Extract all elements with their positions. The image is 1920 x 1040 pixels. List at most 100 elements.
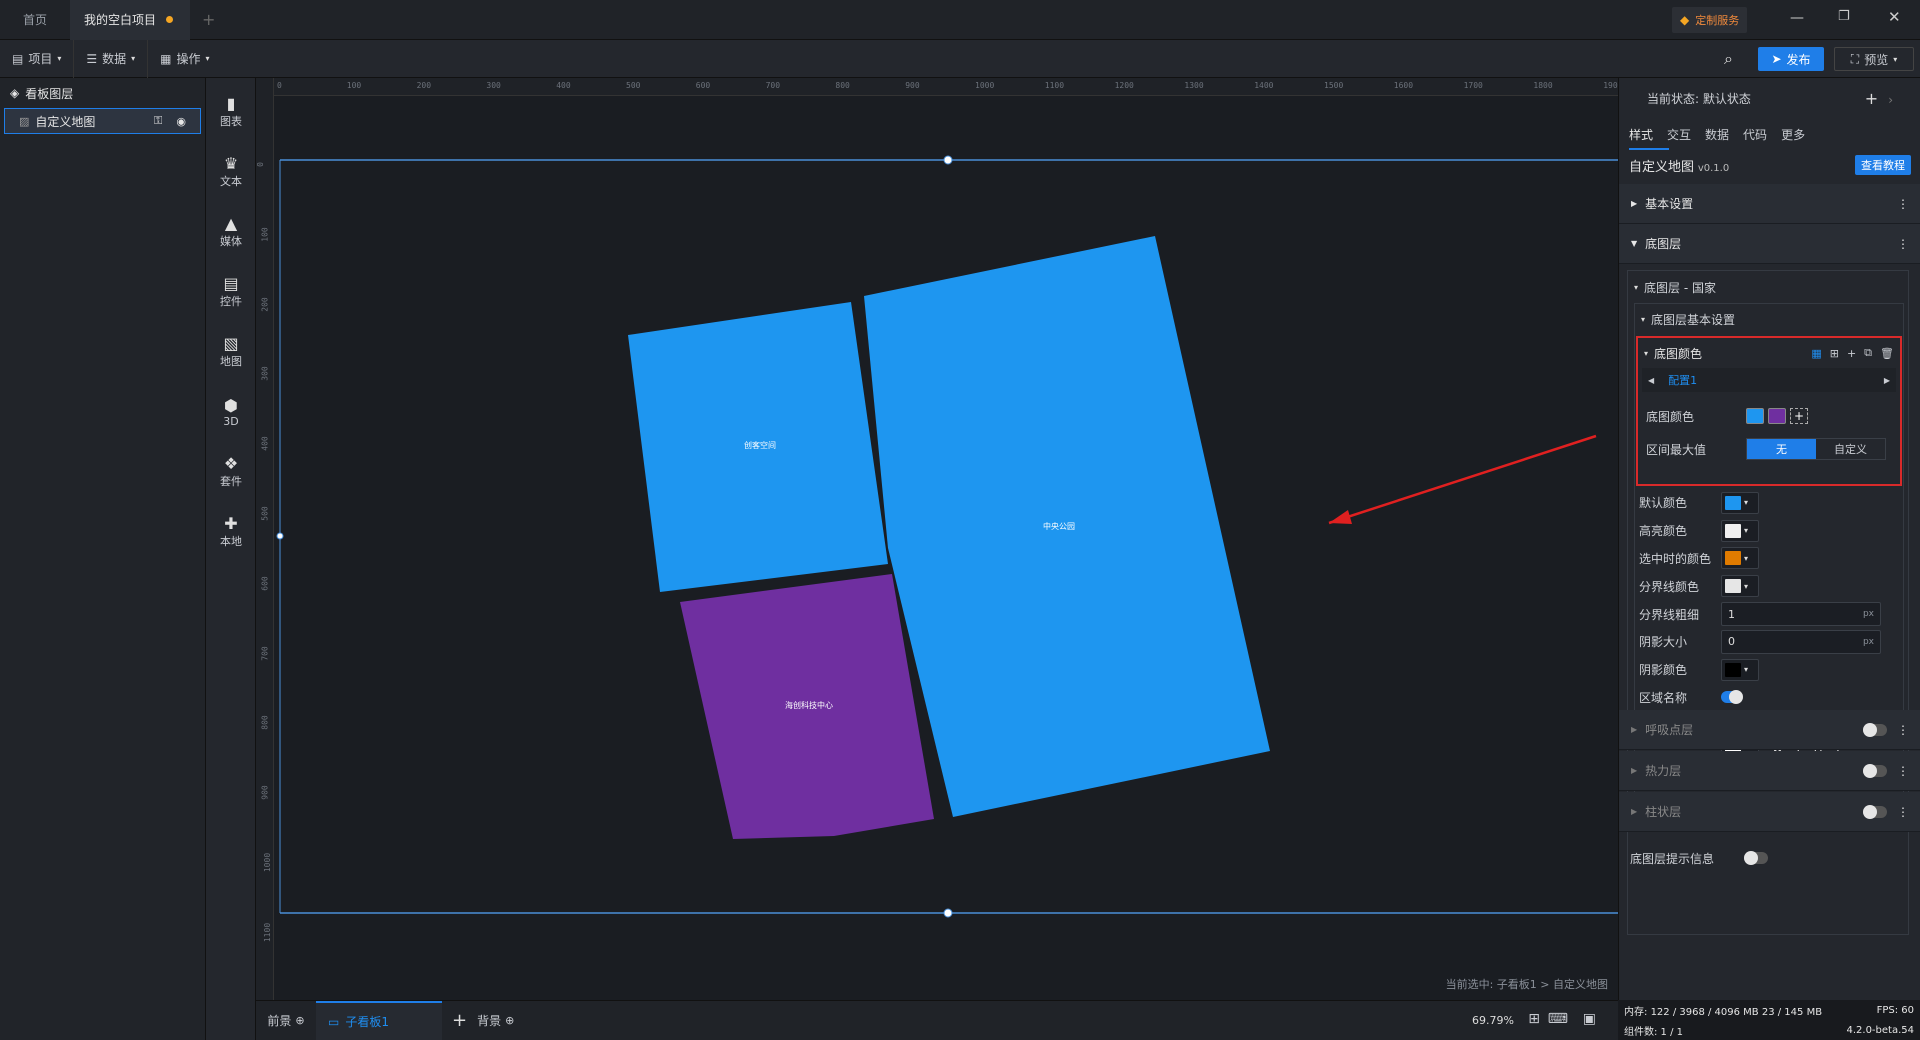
table-icon[interactable]: ▦: [1811, 347, 1821, 360]
number-input[interactable]: 0 px: [1721, 629, 1881, 654]
more-icon[interactable]: ⋮: [1897, 805, 1909, 819]
eye-icon[interactable]: ◉: [176, 115, 186, 128]
selection-path: 当前选中: 子看板1 > 自定义地图: [1445, 978, 1608, 991]
color-picker[interactable]: ▾: [1721, 491, 1759, 514]
base-color-header[interactable]: ▾ 底图颜色 ▦ ⊞ + ⧉ 🗑: [1638, 338, 1900, 368]
panel-tab[interactable]: 样式: [1629, 126, 1653, 143]
doc-icon: ▤: [12, 51, 24, 66]
range-custom-option[interactable]: 自定义: [1816, 439, 1885, 459]
tool-map[interactable]: ▧ 地图: [206, 322, 256, 382]
close-icon[interactable]: ✕: [1888, 8, 1901, 26]
prop-label: 默认颜色: [1639, 496, 1688, 511]
add-state-icon[interactable]: +: [1865, 89, 1878, 108]
custom-service-button[interactable]: ◆ 定制服务: [1672, 7, 1748, 33]
color-picker[interactable]: ▾: [1721, 658, 1759, 681]
section-basic[interactable]: ▶ 基本设置 ⋮: [1619, 184, 1920, 224]
keyboard-icon[interactable]: ⌨: [1548, 1011, 1568, 1027]
region-name-toggle[interactable]: [1721, 690, 1743, 705]
restore-icon[interactable]: ❐: [1838, 9, 1850, 24]
send-icon: ➤: [1771, 52, 1782, 66]
add-board-button[interactable]: +: [452, 1010, 467, 1031]
data-menu[interactable]: ☰ 数据 ▾: [74, 39, 149, 78]
tool-chart[interactable]: ▮ 图表: [206, 82, 256, 142]
panel-tab[interactable]: 交互: [1667, 126, 1691, 143]
operate-menu[interactable]: ▦ 操作 ▾: [148, 40, 221, 78]
prop-row: 阴影颜色 ▾: [1635, 656, 1903, 684]
fit-screen-icon[interactable]: ⊞: [1528, 1011, 1540, 1027]
add-icon[interactable]: +: [1847, 347, 1856, 360]
operate-label: 操作: [176, 52, 201, 66]
map-icon: ▨: [19, 114, 30, 128]
tab-home[interactable]: 首页: [0, 0, 70, 40]
panel-tab[interactable]: 代码: [1743, 126, 1767, 143]
panel-tab[interactable]: 更多: [1781, 126, 1805, 143]
chevron-right-icon[interactable]: ›: [1888, 93, 1893, 107]
color-picker[interactable]: ▾: [1721, 547, 1759, 570]
region-label: 海创科技中心: [785, 700, 833, 710]
copy-icon[interactable]: ⧉: [1864, 346, 1872, 360]
bar-toggle[interactable]: [1863, 804, 1887, 819]
preview-button[interactable]: ⛶ 预览 ▾: [1834, 47, 1914, 71]
panel-tab[interactable]: 数据: [1705, 126, 1729, 143]
trash-icon[interactable]: 🗑: [1880, 347, 1894, 360]
more-icon[interactable]: ⋮: [1897, 197, 1909, 211]
heat-toggle[interactable]: [1863, 763, 1887, 778]
add-color-button[interactable]: +: [1790, 408, 1808, 424]
color-picker[interactable]: ▾: [1721, 519, 1759, 542]
tooltip-label: 底图层提示信息: [1630, 851, 1715, 866]
tooltip-toggle[interactable]: [1744, 851, 1768, 865]
text-icon: ♛: [223, 154, 239, 173]
prop-row: 分界线粗细 1 px: [1635, 600, 1903, 628]
breathing-toggle[interactable]: [1863, 722, 1887, 737]
country-header[interactable]: ▾ 底图层 - 国家: [1628, 271, 1908, 303]
layout-icon[interactable]: ⊞: [1830, 347, 1839, 360]
section-label: 热力层: [1645, 764, 1682, 778]
tutorial-button[interactable]: 查看教程: [1855, 155, 1911, 175]
panel-tabs: 样式 交互 数据 代码 更多: [1619, 122, 1920, 146]
tool-media[interactable]: ▲ 媒体: [206, 202, 256, 262]
base-color-swatch-1[interactable]: [1746, 408, 1764, 424]
more-icon[interactable]: ⋮: [1897, 764, 1909, 778]
tool-label: 控件: [220, 295, 242, 308]
project-menu[interactable]: ▤ 项目 ▾: [0, 39, 75, 78]
color-swatch: [1725, 495, 1741, 510]
more-icon[interactable]: ⋮: [1897, 723, 1909, 737]
tool-text[interactable]: ♛ 文本: [206, 142, 256, 202]
config-tab[interactable]: 配置1: [1654, 372, 1884, 388]
component-header: 自定义地图 v0.1.0 查看教程: [1619, 150, 1920, 180]
minimize-icon[interactable]: —: [1790, 10, 1804, 26]
resize-handle-bottom[interactable]: [943, 908, 953, 918]
tab-project[interactable]: 我的空白项目: [70, 0, 190, 40]
tool-suite[interactable]: ❖ 套件: [206, 442, 256, 502]
tool-cube[interactable]: ⬢ 3D: [206, 382, 256, 442]
layer-item[interactable]: ▨ 自定义地图 ⚿ ◉: [4, 108, 201, 134]
resize-handle-top[interactable]: [943, 155, 953, 165]
search-icon[interactable]: ⌕: [1724, 49, 1733, 69]
unlock-icon[interactable]: ⚿: [154, 114, 162, 128]
resize-handle-left[interactable]: [276, 532, 284, 540]
terminal-icon[interactable]: ▣: [1583, 1011, 1596, 1027]
new-tab-button[interactable]: +: [202, 10, 215, 29]
publish-button[interactable]: ➤ 发布: [1758, 47, 1824, 71]
section-heat[interactable]: ▶ 热力层 ⋮: [1619, 751, 1920, 791]
tool-widget[interactable]: ▤ 控件: [206, 262, 256, 322]
base-color-swatch-2[interactable]: [1768, 408, 1786, 424]
color-picker[interactable]: ▾: [1721, 575, 1759, 598]
section-base-layer[interactable]: ▼ 底图层 ⋮: [1619, 224, 1920, 264]
section-breathing[interactable]: ▶ 呼吸点层 ⋮: [1619, 710, 1920, 750]
range-none-option[interactable]: 无: [1747, 439, 1816, 459]
foreground-tab[interactable]: 前景 ⊕: [256, 1001, 316, 1040]
tool-plugin[interactable]: ✚ 本地: [206, 502, 256, 562]
subboard-tab[interactable]: ▭ 子看板1: [316, 1000, 442, 1040]
number-input[interactable]: 1 px: [1721, 602, 1881, 627]
section-bar[interactable]: ▶ 柱状层 ⋮: [1619, 792, 1920, 832]
next-icon[interactable]: ▶: [1884, 376, 1890, 385]
basic-settings-header[interactable]: ▾ 底图层基本设置: [1635, 304, 1903, 334]
add-circle-icon[interactable]: ⊕: [295, 1014, 304, 1027]
map-icon: ▧: [223, 334, 239, 353]
add-circle-icon[interactable]: ⊕: [505, 1014, 514, 1027]
zoom-level[interactable]: 69.79%: [1472, 1014, 1514, 1027]
canvas-area[interactable]: 0 100 200 300 400 500 600 700 800 900 1000 1100 1200…: [256, 78, 1618, 1000]
background-tab[interactable]: 背景 ⊕: [477, 1012, 514, 1029]
more-icon[interactable]: ⋮: [1897, 237, 1909, 251]
